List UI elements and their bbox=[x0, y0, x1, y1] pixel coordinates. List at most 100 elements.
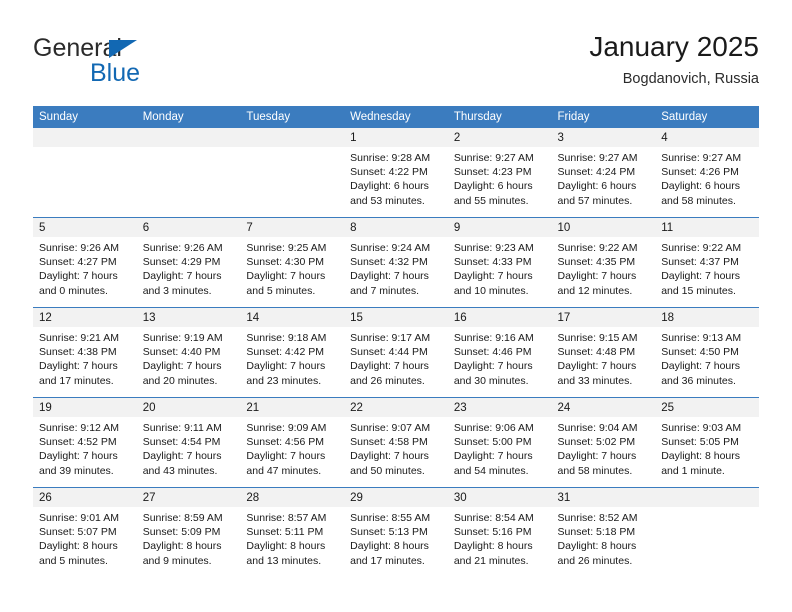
calendar-day-cell[interactable]: 27 Sunrise: 8:59 AM Sunset: 5:09 PM Dayligh… bbox=[136, 487, 241, 577]
sunset-text: Sunset: 4:38 PM bbox=[39, 346, 117, 359]
daylight-text: and 1 minute. bbox=[661, 464, 725, 477]
calendar-day-cell-empty bbox=[136, 128, 241, 218]
sunset-text: Sunset: 4:54 PM bbox=[142, 436, 221, 449]
sunrise-text: Sunrise: 9:01 AM bbox=[39, 512, 119, 524]
day-number: 19 bbox=[33, 398, 137, 417]
day-cell-inner: 2 Sunrise: 9:27 AM Sunset: 4:23 PM Daylight… bbox=[447, 128, 552, 217]
daylight-text: and 17 minutes. bbox=[350, 554, 425, 567]
calendar-day-cell-empty bbox=[33, 128, 137, 218]
calendar-day-cell[interactable]: 22 Sunrise: 9:07 AM Sunset: 4:58 PM Dayligh… bbox=[344, 397, 448, 488]
calendar-day-cell[interactable]: 6 Sunrise: 9:26 AM Sunset: 4:29 PM Daylight… bbox=[136, 217, 241, 308]
sunrise-text: Sunrise: 9:17 AM bbox=[350, 332, 431, 344]
calendar-week-row: 19 Sunrise: 9:12 AM Sunset: 4:52 PM Dayligh… bbox=[33, 397, 759, 488]
sunrise-text: Sunrise: 9:22 AM bbox=[661, 242, 742, 254]
day-details: Sunrise: 8:54 AM Sunset: 5:16 PM Daylight:… bbox=[448, 507, 552, 568]
daylight-text: Daylight: 7 hours bbox=[453, 270, 533, 283]
sunset-text: Sunset: 4:50 PM bbox=[661, 346, 739, 359]
day-details: Sunrise: 9:04 AM Sunset: 5:02 PM Daylight:… bbox=[552, 417, 656, 478]
calendar-day-cell[interactable]: 30 Sunrise: 8:54 AM Sunset: 5:16 PM Dayligh… bbox=[447, 487, 552, 577]
sunset-text: Sunset: 4:24 PM bbox=[557, 166, 636, 179]
sunrise-text: Sunrise: 8:55 AM bbox=[350, 512, 431, 524]
daylight-text: Daylight: 6 hours bbox=[661, 180, 741, 193]
sunrise-text: Sunrise: 8:59 AM bbox=[142, 512, 223, 524]
calendar-day-cell[interactable]: 4 Sunrise: 9:27 AM Sunset: 4:26 PM Daylight… bbox=[655, 128, 759, 218]
calendar-day-cell[interactable]: 15 Sunrise: 9:17 AM Sunset: 4:44 PM Dayligh… bbox=[344, 307, 448, 398]
weekday-header-tuesday: Tuesday bbox=[240, 106, 345, 128]
day-number bbox=[136, 128, 241, 147]
calendar-day-cell[interactable]: 29 Sunrise: 8:55 AM Sunset: 5:13 PM Dayligh… bbox=[344, 487, 448, 577]
calendar-day-cell[interactable]: 1 Sunrise: 9:28 AM Sunset: 4:22 PM Daylight… bbox=[344, 128, 448, 218]
calendar-day-cell[interactable]: 16 Sunrise: 9:16 AM Sunset: 4:46 PM Dayligh… bbox=[447, 307, 552, 398]
day-details: Sunrise: 9:16 AM Sunset: 4:46 PM Daylight:… bbox=[448, 327, 552, 388]
calendar-day-cell[interactable]: 19 Sunrise: 9:12 AM Sunset: 4:52 PM Dayligh… bbox=[33, 397, 137, 488]
sunset-text: Sunset: 5:07 PM bbox=[39, 526, 117, 539]
daylight-text: Daylight: 7 hours bbox=[142, 450, 222, 463]
day-cell-inner: 13 Sunrise: 9:19 AM Sunset: 4:40 PM Dayligh… bbox=[136, 308, 241, 397]
daylight-text: Daylight: 8 hours bbox=[142, 540, 222, 553]
day-details: Sunrise: 8:57 AM Sunset: 5:11 PM Daylight:… bbox=[240, 507, 344, 568]
calendar-day-cell[interactable]: 18 Sunrise: 9:13 AM Sunset: 4:50 PM Dayligh… bbox=[655, 307, 759, 398]
calendar-body: 1 Sunrise: 9:28 AM Sunset: 4:22 PM Daylight… bbox=[33, 128, 759, 577]
sunrise-text: Sunrise: 9:21 AM bbox=[39, 332, 119, 344]
calendar-day-cell[interactable]: 5 Sunrise: 9:26 AM Sunset: 4:27 PM Daylight… bbox=[33, 217, 137, 308]
day-details: Sunrise: 9:27 AM Sunset: 4:26 PM Daylight:… bbox=[655, 147, 759, 208]
sunset-text: Sunset: 4:35 PM bbox=[557, 256, 636, 269]
day-number: 11 bbox=[655, 218, 759, 237]
sunset-text: Sunset: 5:11 PM bbox=[246, 526, 324, 539]
day-number: 13 bbox=[136, 308, 241, 327]
calendar-day-cell[interactable]: 13 Sunrise: 9:19 AM Sunset: 4:40 PM Dayligh… bbox=[136, 307, 241, 398]
calendar-day-cell[interactable]: 12 Sunrise: 9:21 AM Sunset: 4:38 PM Dayligh… bbox=[33, 307, 137, 398]
daylight-text: Daylight: 7 hours bbox=[557, 360, 637, 373]
calendar-week-row: 1 Sunrise: 9:28 AM Sunset: 4:22 PM Daylight… bbox=[33, 128, 759, 218]
sunset-text: Sunset: 4:58 PM bbox=[350, 436, 428, 449]
day-cell-inner: 5 Sunrise: 9:26 AM Sunset: 4:27 PM Daylight… bbox=[33, 218, 137, 307]
calendar-day-cell[interactable]: 28 Sunrise: 8:57 AM Sunset: 5:11 PM Dayligh… bbox=[240, 487, 345, 577]
calendar-day-cell[interactable]: 31 Sunrise: 8:52 AM Sunset: 5:18 PM Dayligh… bbox=[551, 487, 656, 577]
day-cell-inner: 7 Sunrise: 9:25 AM Sunset: 4:30 PM Daylight… bbox=[240, 218, 345, 307]
calendar-day-cell[interactable]: 2 Sunrise: 9:27 AM Sunset: 4:23 PM Daylight… bbox=[447, 128, 552, 218]
calendar-day-cell[interactable]: 24 Sunrise: 9:04 AM Sunset: 5:02 PM Dayligh… bbox=[551, 397, 656, 488]
daylight-text: Daylight: 7 hours bbox=[350, 270, 429, 283]
day-cell-inner: 18 Sunrise: 9:13 AM Sunset: 4:50 PM Dayligh… bbox=[655, 308, 759, 397]
calendar-day-cell[interactable]: 17 Sunrise: 9:15 AM Sunset: 4:48 PM Dayligh… bbox=[551, 307, 656, 398]
calendar-week-row: 12 Sunrise: 9:21 AM Sunset: 4:38 PM Dayligh… bbox=[33, 307, 759, 398]
calendar-day-cell[interactable]: 25 Sunrise: 9:03 AM Sunset: 5:05 PM Dayligh… bbox=[655, 397, 759, 488]
day-cell-inner: 3 Sunrise: 9:27 AM Sunset: 4:24 PM Daylight… bbox=[551, 128, 656, 217]
calendar-day-cell[interactable]: 21 Sunrise: 9:09 AM Sunset: 4:56 PM Dayligh… bbox=[240, 397, 345, 488]
daylight-text: and 5 minutes. bbox=[39, 554, 108, 567]
day-number: 16 bbox=[447, 308, 552, 327]
daylight-text: and 30 minutes. bbox=[453, 374, 529, 387]
sunrise-text: Sunrise: 9:19 AM bbox=[142, 332, 223, 344]
calendar-day-cell[interactable]: 8 Sunrise: 9:24 AM Sunset: 4:32 PM Daylight… bbox=[344, 217, 448, 308]
day-cell-inner: 1 Sunrise: 9:28 AM Sunset: 4:22 PM Daylight… bbox=[344, 128, 448, 217]
weekday-header-monday: Monday bbox=[136, 106, 241, 128]
sunrise-text: Sunrise: 9:27 AM bbox=[557, 152, 638, 164]
calendar-day-cell[interactable]: 7 Sunrise: 9:25 AM Sunset: 4:30 PM Daylight… bbox=[240, 217, 345, 308]
day-details bbox=[655, 507, 759, 511]
calendar-day-cell[interactable]: 14 Sunrise: 9:18 AM Sunset: 4:42 PM Dayligh… bbox=[240, 307, 345, 398]
day-details: Sunrise: 9:26 AM Sunset: 4:27 PM Daylight:… bbox=[33, 237, 137, 298]
day-details: Sunrise: 9:07 AM Sunset: 4:58 PM Daylight:… bbox=[344, 417, 448, 478]
calendar-day-cell[interactable]: 23 Sunrise: 9:06 AM Sunset: 5:00 PM Dayligh… bbox=[447, 397, 552, 488]
day-cell-inner: 20 Sunrise: 9:11 AM Sunset: 4:54 PM Dayligh… bbox=[136, 398, 241, 487]
calendar-day-cell[interactable]: 26 Sunrise: 9:01 AM Sunset: 5:07 PM Dayligh… bbox=[33, 487, 137, 577]
sunrise-text: Sunrise: 9:16 AM bbox=[453, 332, 534, 344]
daylight-text: Daylight: 7 hours bbox=[453, 360, 533, 373]
weekday-header-sunday: Sunday bbox=[33, 106, 137, 128]
calendar-day-cell[interactable]: 11 Sunrise: 9:22 AM Sunset: 4:37 PM Dayligh… bbox=[655, 217, 759, 308]
sunset-text: Sunset: 4:32 PM bbox=[350, 256, 428, 269]
calendar-day-cell[interactable]: 10 Sunrise: 9:22 AM Sunset: 4:35 PM Dayligh… bbox=[551, 217, 656, 308]
calendar-day-cell[interactable]: 3 Sunrise: 9:27 AM Sunset: 4:24 PM Daylight… bbox=[551, 128, 656, 218]
day-details: Sunrise: 9:22 AM Sunset: 4:37 PM Daylight:… bbox=[655, 237, 759, 298]
daylight-text: and 58 minutes. bbox=[661, 194, 736, 207]
day-cell-inner: 28 Sunrise: 8:57 AM Sunset: 5:11 PM Dayligh… bbox=[240, 488, 345, 577]
day-cell-inner bbox=[136, 128, 241, 217]
general-blue-logo[interactable]: General Blue bbox=[33, 34, 253, 94]
day-number: 27 bbox=[136, 488, 241, 507]
daylight-text: Daylight: 7 hours bbox=[246, 450, 326, 463]
daylight-text: and 0 minutes. bbox=[39, 284, 108, 297]
day-details: Sunrise: 9:09 AM Sunset: 4:56 PM Daylight:… bbox=[240, 417, 344, 478]
day-cell-inner: 11 Sunrise: 9:22 AM Sunset: 4:37 PM Dayligh… bbox=[655, 218, 759, 307]
calendar-day-cell[interactable]: 9 Sunrise: 9:23 AM Sunset: 4:33 PM Daylight… bbox=[447, 217, 552, 308]
calendar-day-cell[interactable]: 20 Sunrise: 9:11 AM Sunset: 4:54 PM Dayligh… bbox=[136, 397, 241, 488]
